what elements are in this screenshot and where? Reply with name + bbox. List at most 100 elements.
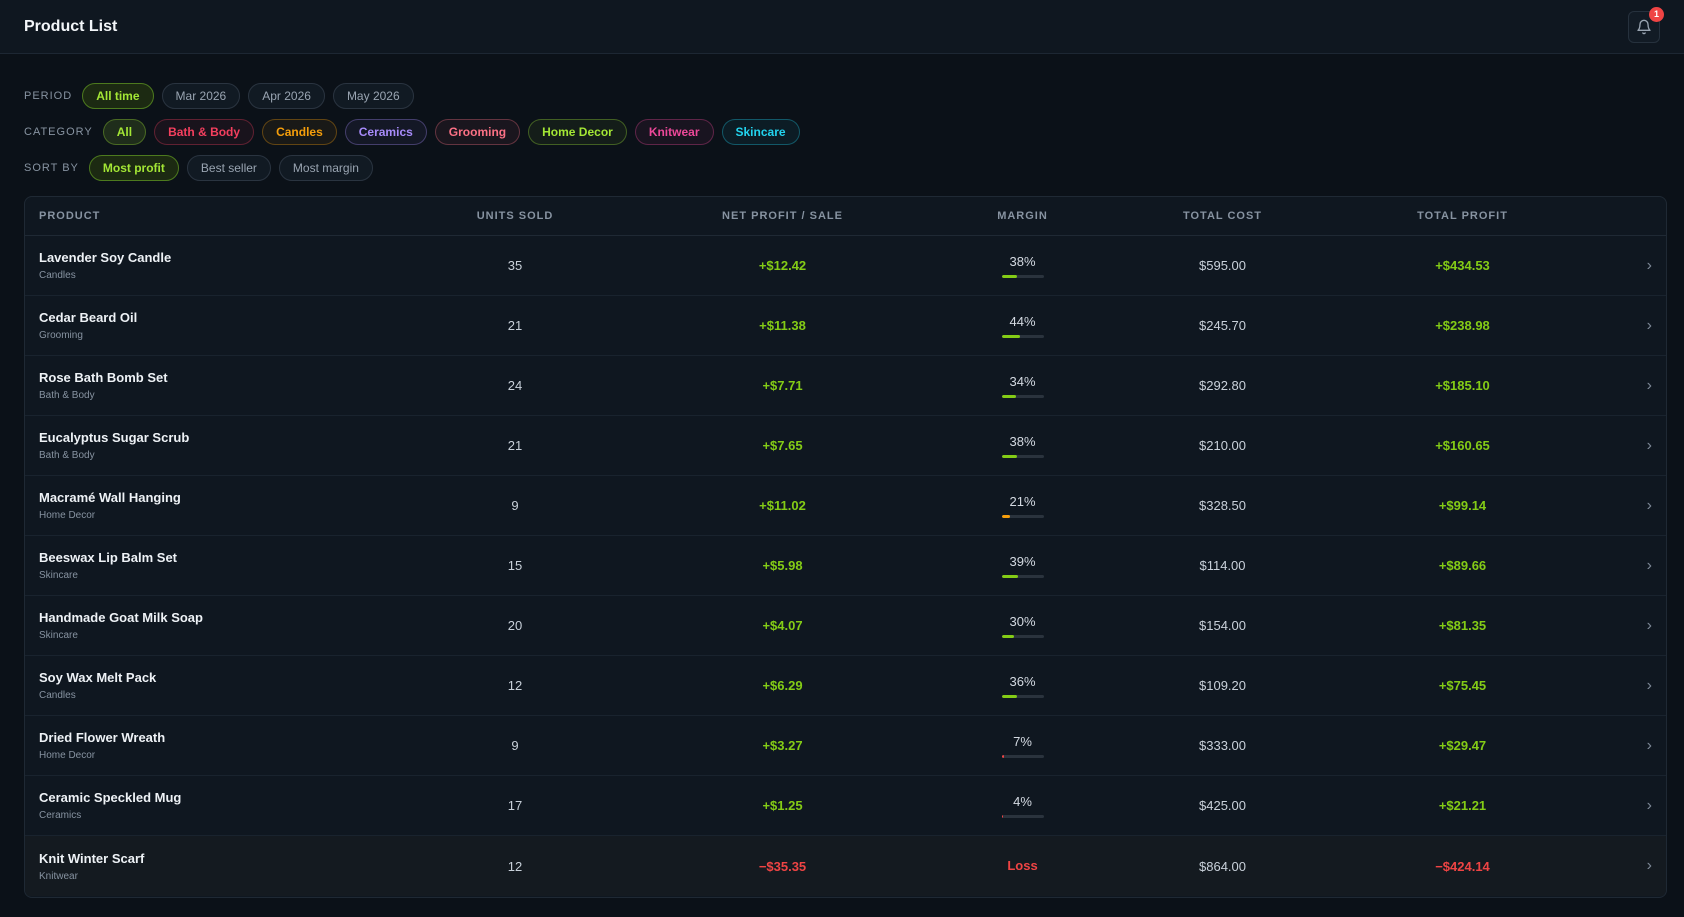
margin-bar — [1001, 454, 1044, 458]
margin-bar — [1001, 694, 1044, 698]
table-row[interactable]: Eucalyptus Sugar Scrub Bath & Body 21 +$… — [25, 416, 1666, 476]
units-sold: 20 — [507, 618, 523, 633]
total-profit: −$424.14 — [1435, 858, 1490, 874]
table-row[interactable]: Cedar Beard Oil Grooming 21 +$11.38 44% … — [25, 296, 1666, 356]
table-row[interactable]: Ceramic Speckled Mug Ceramics 17 +$1.25 … — [25, 776, 1666, 836]
product-cell: Lavender Soy Candle Candles — [25, 250, 425, 281]
product-name: Macramé Wall Hanging — [39, 490, 181, 505]
margin-value: 21% — [1009, 493, 1036, 509]
margin: 4% — [960, 794, 1085, 818]
chevron-right-icon[interactable]: › — [1565, 737, 1666, 755]
col-header-margin[interactable]: MARGIN — [960, 210, 1085, 222]
chevron-right-icon[interactable]: › — [1565, 377, 1666, 395]
total-cost: $114.00 — [1199, 558, 1246, 573]
margin-value: 7% — [1013, 733, 1032, 749]
margin-value: 39% — [1009, 553, 1036, 569]
category-pill-knitwear[interactable]: Knitwear — [634, 119, 714, 145]
total-profit: +$75.45 — [1438, 678, 1487, 693]
margin-cell: 21% — [960, 494, 1085, 518]
margin-bar — [1001, 754, 1044, 758]
category-pill-candles[interactable]: Candles — [262, 119, 337, 145]
margin-bar-fill — [1001, 514, 1011, 518]
margin-bar — [1001, 514, 1044, 518]
margin-value: 4% — [1013, 793, 1032, 809]
margin: 44% — [960, 314, 1085, 338]
table-row[interactable]: Lavender Soy Candle Candles 35 +$12.42 3… — [25, 236, 1666, 296]
category-pill-bath-body[interactable]: Bath & Body — [154, 119, 255, 145]
margin-bar — [1001, 574, 1044, 578]
table-row[interactable]: Knit Winter Scarf Knitwear 12 −$35.35 Lo… — [25, 836, 1666, 896]
period-pill-apr-2026[interactable]: Apr 2026 — [248, 83, 325, 109]
units-sold: 35 — [507, 258, 523, 273]
units-sold: 9 — [511, 498, 519, 513]
col-header-units-sold[interactable]: UNITS SOLD — [425, 210, 605, 222]
chevron-right-icon[interactable]: › — [1565, 857, 1666, 875]
chevron-right-icon[interactable]: › — [1565, 437, 1666, 455]
product-category: Grooming — [39, 330, 83, 341]
product-name: Cedar Beard Oil — [39, 310, 138, 325]
table-row[interactable]: Beeswax Lip Balm Set Skincare 15 +$5.98 … — [25, 536, 1666, 596]
units-sold: 21 — [507, 318, 523, 333]
sort-pill-best-seller[interactable]: Best seller — [186, 155, 271, 181]
margin-bar-fill — [1001, 634, 1015, 638]
chevron-right-icon[interactable]: › — [1565, 497, 1666, 515]
sort-pill-most-margin[interactable]: Most margin — [278, 155, 373, 181]
table-row[interactable]: Dried Flower Wreath Home Decor 9 +$3.27 … — [25, 716, 1666, 776]
product-name: Eucalyptus Sugar Scrub — [39, 430, 190, 445]
sort-pill-most-profit[interactable]: Most profit — [88, 155, 179, 181]
product-cell: Knit Winter Scarf Knitwear — [25, 851, 425, 882]
margin-cell: 34% — [960, 374, 1085, 398]
category-pill-all[interactable]: All — [102, 119, 147, 145]
units-sold: 12 — [507, 858, 523, 874]
col-header-total-profit[interactable]: TOTAL PROFIT — [1360, 210, 1565, 222]
category-pill-grooming[interactable]: Grooming — [434, 119, 521, 145]
period-pill-mar-2026[interactable]: Mar 2026 — [161, 83, 241, 109]
margin-cell: 38% — [960, 254, 1085, 278]
chevron-right-icon[interactable]: › — [1565, 257, 1666, 275]
product-category: Skincare — [39, 570, 78, 581]
chevron-right-icon[interactable]: › — [1565, 317, 1666, 335]
chevron-right-icon[interactable]: › — [1565, 617, 1666, 635]
col-header-net-profit[interactable]: NET PROFIT / SALE — [605, 210, 960, 222]
net-profit-per-sale: +$4.07 — [762, 618, 803, 633]
units-sold: 12 — [507, 678, 523, 693]
product-category: Home Decor — [39, 750, 96, 761]
table-row[interactable]: Handmade Goat Milk Soap Skincare 20 +$4.… — [25, 596, 1666, 656]
table-row[interactable]: Macramé Wall Hanging Home Decor 9 +$11.0… — [25, 476, 1666, 536]
category-pill-ceramics[interactable]: Ceramics — [344, 119, 427, 145]
product-name: Lavender Soy Candle — [39, 250, 172, 265]
net-profit-per-sale: +$7.71 — [762, 378, 803, 393]
total-profit: +$434.53 — [1435, 258, 1490, 273]
margin-cell: 36% — [960, 674, 1085, 698]
table-row[interactable]: Soy Wax Melt Pack Candles 12 +$6.29 36% … — [25, 656, 1666, 716]
chevron-right-icon[interactable]: › — [1565, 557, 1666, 575]
margin-cell: 38% — [960, 434, 1085, 458]
product-cell: Handmade Goat Milk Soap Skincare — [25, 610, 425, 641]
col-header-total-cost[interactable]: TOTAL COST — [1085, 210, 1360, 222]
total-cost: $333.00 — [1199, 738, 1246, 753]
margin-bar-fill — [1001, 574, 1018, 578]
product-category: Knitwear — [39, 870, 78, 882]
margin-value: 38% — [1009, 433, 1036, 449]
period-pill-all-time[interactable]: All time — [82, 83, 154, 109]
category-pill-home-decor[interactable]: Home Decor — [528, 119, 627, 145]
margin-value: 30% — [1009, 613, 1036, 629]
period-pill-may-2026[interactable]: May 2026 — [332, 83, 414, 109]
margin-cell: 7% — [960, 734, 1085, 758]
total-cost: $109.20 — [1199, 678, 1246, 693]
margin-loss-label: Loss — [1007, 858, 1038, 873]
margin: 38% — [960, 254, 1085, 278]
margin-bar-fill — [1001, 334, 1020, 338]
table-body: Lavender Soy Candle Candles 35 +$12.42 3… — [25, 236, 1666, 896]
category-pill-skincare[interactable]: Skincare — [721, 119, 800, 145]
col-header-product[interactable]: PRODUCT — [25, 210, 425, 222]
table-header: PRODUCT UNITS SOLD NET PROFIT / SALE MAR… — [25, 197, 1666, 236]
table-row[interactable]: Rose Bath Bomb Set Bath & Body 24 +$7.71… — [25, 356, 1666, 416]
chevron-right-icon[interactable]: › — [1565, 677, 1666, 695]
product-name: Ceramic Speckled Mug — [39, 790, 182, 805]
period-label: PERIOD — [24, 90, 73, 102]
product-cell: Eucalyptus Sugar Scrub Bath & Body — [25, 430, 425, 461]
notifications-button[interactable]: 1 — [1628, 6, 1664, 43]
chevron-right-icon[interactable]: › — [1565, 797, 1666, 815]
margin-value: 34% — [1009, 373, 1036, 389]
